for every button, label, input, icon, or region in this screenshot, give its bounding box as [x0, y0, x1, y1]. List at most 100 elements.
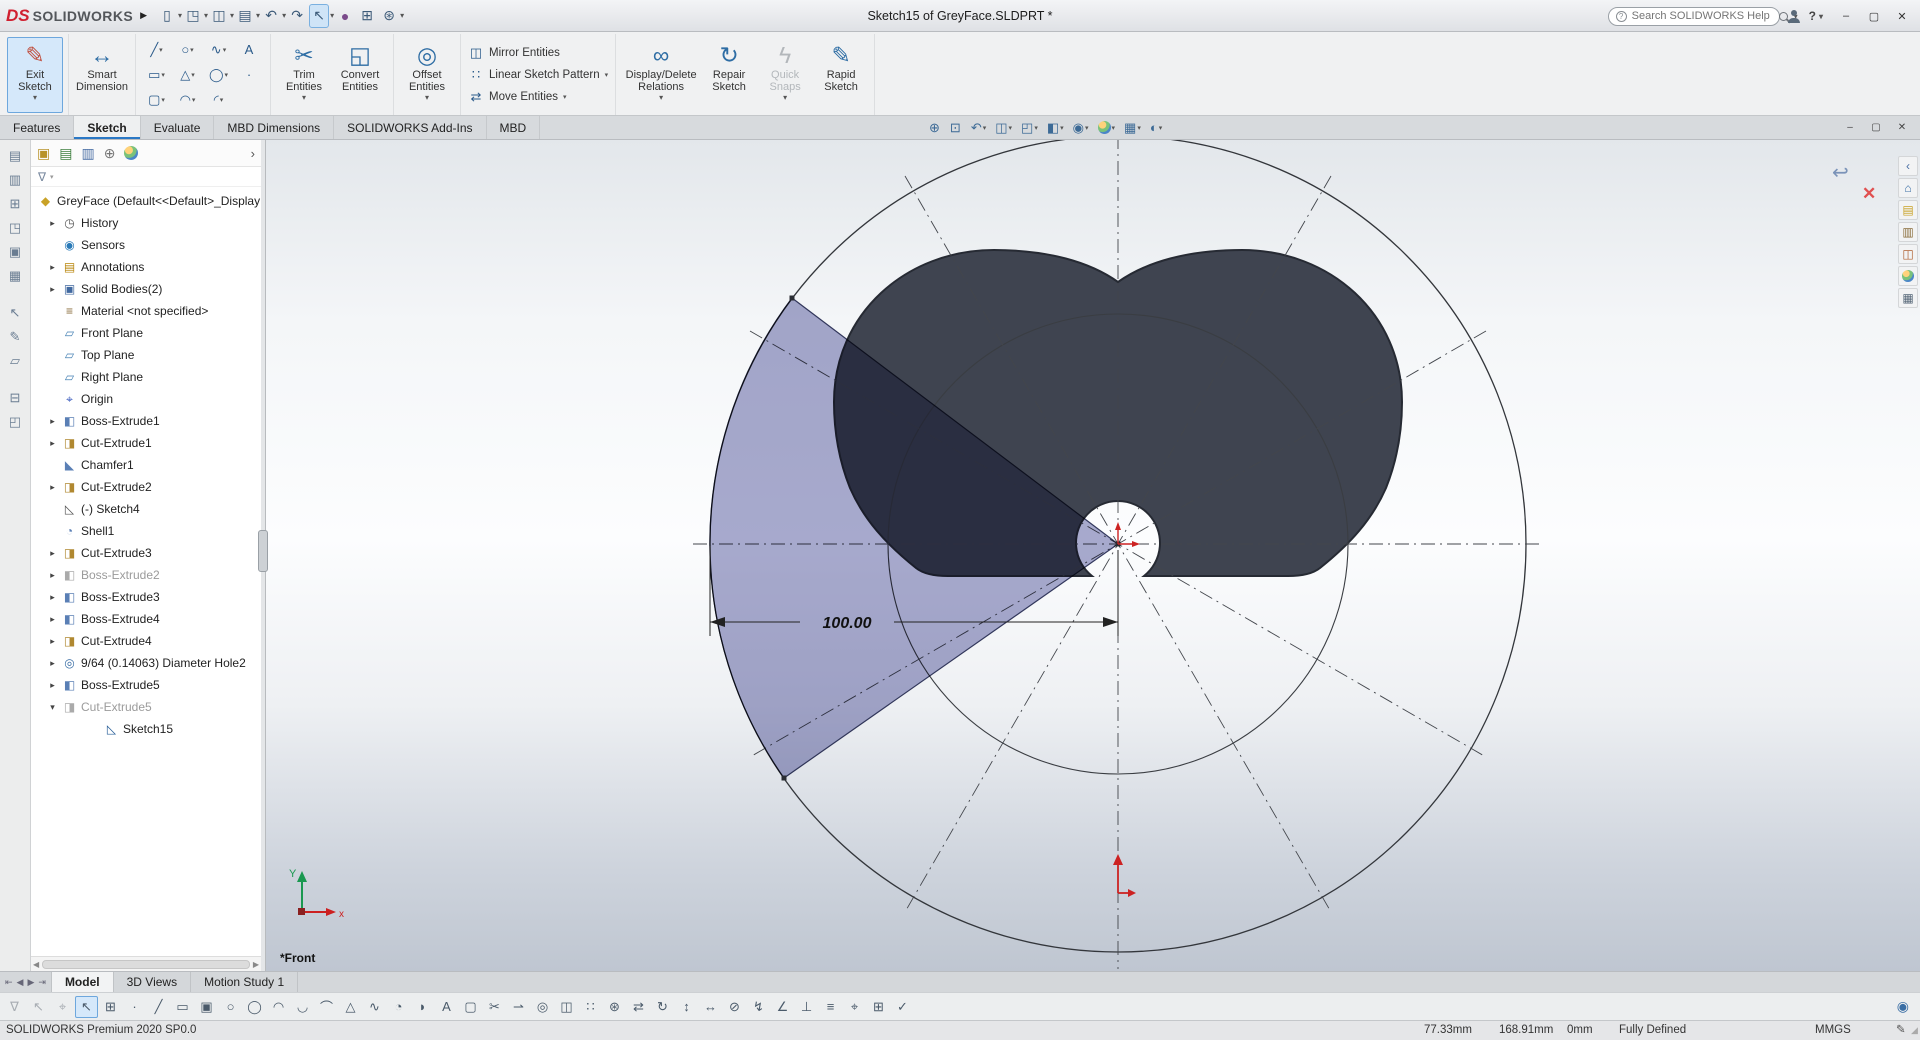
relations-caret-icon[interactable]: ▾: [659, 93, 663, 103]
side-dock-tool-4[interactable]: ◳: [4, 217, 26, 238]
zoom-to-area-icon[interactable]: ⊡: [947, 119, 965, 137]
headsup-caret-icon[interactable]: ▾: [1137, 124, 1141, 132]
tree-item-boss-extrude1[interactable]: ▸ ◧ Boss-Extrude1: [31, 410, 261, 432]
expand-arrow-icon[interactable]: ▸: [47, 482, 58, 493]
rapid-sketch-button[interactable]: ✎ Rapid Sketch: [813, 37, 869, 113]
straight-slot-tool[interactable]: ▢ ▾: [141, 88, 172, 112]
move-entities-button[interactable]: ⇄ Move Entities ▾: [468, 89, 608, 105]
jog-line-icon[interactable]: ↯: [747, 996, 770, 1018]
text-tool-icon[interactable]: A: [435, 996, 458, 1018]
angle-dimension-icon[interactable]: ∠: [771, 996, 794, 1018]
search-icon[interactable]: [1778, 11, 1788, 21]
headsup-caret-icon[interactable]: ▾: [983, 124, 987, 132]
display-style-icon[interactable]: ◧ ▾: [1044, 119, 1067, 137]
displaymanager-tab[interactable]: [124, 145, 139, 162]
dropdown-caret-icon[interactable]: ▾: [330, 11, 334, 20]
headsup-caret-icon[interactable]: ▾: [1159, 124, 1163, 132]
tool-caret-icon[interactable]: ▾: [191, 71, 195, 79]
trim-entities-button[interactable]: ✂ Trim Entities ▾: [276, 37, 332, 113]
stretch-entities-icon[interactable]: ↔: [699, 996, 722, 1018]
rotate-entities-icon[interactable]: ↻: [651, 996, 674, 1018]
sketch-grid-icon[interactable]: ⊞: [357, 4, 377, 28]
3d-views-tab[interactable]: 3D Views: [114, 972, 192, 992]
options-gear-icon[interactable]: ⊛: [379, 4, 399, 28]
solidworks-resources-icon[interactable]: ⌂: [1898, 178, 1918, 198]
tree-item-cut-extrude3[interactable]: ▸ ◨ Cut-Extrude3: [31, 542, 261, 564]
tree-item-sketch4[interactable]: ◺ (-) Sketch4: [31, 498, 261, 520]
select-mode-icon[interactable]: ↖: [75, 995, 98, 1018]
fully-define-sketch-icon[interactable]: ✓: [891, 996, 914, 1018]
headsup-caret-icon[interactable]: ▾: [1009, 124, 1013, 132]
custom-properties-icon[interactable]: ▦: [1898, 288, 1918, 308]
scale-entities-icon[interactable]: ↕: [675, 996, 698, 1018]
dimension-value[interactable]: 100.00: [823, 615, 872, 632]
tree-item-boss-extrude2[interactable]: ▸ ◧ Boss-Extrude2: [31, 564, 261, 586]
tool-caret-icon[interactable]: ▾: [161, 71, 165, 79]
trim-caret-icon[interactable]: ▾: [302, 93, 306, 103]
confirmation-corner-cancel-icon[interactable]: ✕: [1862, 184, 1876, 204]
centerpoint-arc-tool[interactable]: ◠ ▾: [172, 88, 203, 112]
tree-item-cut-extrude4[interactable]: ▸ ◨ Cut-Extrude4: [31, 630, 261, 652]
perpendicular-relation-icon[interactable]: ⊥: [795, 996, 818, 1018]
selection-filter-icon[interactable]: ∇: [3, 996, 26, 1018]
expand-arrow-icon[interactable]: ▸: [47, 438, 58, 449]
expand-arrow-icon[interactable]: ▸: [47, 284, 58, 295]
ellipse-tool-icon[interactable]: ◔: [387, 996, 410, 1018]
offset-entities-icon[interactable]: ◎: [531, 996, 554, 1018]
tab-addins[interactable]: SOLIDWORKS Add-Ins: [334, 116, 487, 139]
side-dock-tool-5[interactable]: ▣: [4, 241, 26, 262]
propertymanager-tab[interactable]: ▤: [59, 145, 72, 162]
tab-sketch[interactable]: Sketch: [74, 116, 141, 139]
expand-arrow-icon[interactable]: ▸: [47, 592, 58, 603]
dropdown-caret-icon[interactable]: ▾: [256, 11, 260, 20]
tree-item-annotations[interactable]: ▸ ▤ Annotations: [31, 256, 261, 278]
slot-tool-icon[interactable]: ▢: [459, 996, 482, 1018]
rectangle-tool-icon[interactable]: ▭: [171, 996, 194, 1018]
last-tab-button[interactable]: ⇥: [38, 977, 46, 988]
tool-caret-icon[interactable]: ▾: [190, 46, 194, 54]
spline-tool-icon[interactable]: ∿: [363, 996, 386, 1018]
linear-pattern-icon[interactable]: ∷: [579, 996, 602, 1018]
display-delete-relations-button[interactable]: ∞ Display/Delete Relations ▾: [621, 37, 701, 113]
expand-arrow-icon[interactable]: ▸: [47, 262, 58, 273]
extend-entities-icon[interactable]: ⇀: [507, 996, 530, 1018]
smart-dimension-button[interactable]: ↔ Smart Dimension: [74, 37, 130, 113]
solidworks-logo[interactable]: DS SOLIDWORKS ▶: [6, 6, 147, 26]
expand-arrow-icon[interactable]: ▸: [47, 636, 58, 647]
side-dock-tool-10[interactable]: ⊟: [4, 387, 26, 408]
select-icon[interactable]: ↖: [27, 996, 50, 1018]
tree-item-history[interactable]: ▸ ◷ History: [31, 212, 261, 234]
offset-caret-icon[interactable]: ▾: [425, 93, 429, 103]
sketch-fillet-tool[interactable]: ◜ ▾: [203, 88, 234, 112]
headsup-caret-icon[interactable]: ▾: [1085, 124, 1089, 132]
split-entities-icon[interactable]: ⊘: [723, 996, 746, 1018]
ellipse-tool[interactable]: ◯ ▾: [203, 63, 234, 87]
tree-item-shell1[interactable]: ◔ Shell1: [31, 520, 261, 542]
filter-funnel-icon[interactable]: ∇: [38, 170, 46, 184]
tree-item-chamfer1[interactable]: ◣ Chamfer1: [31, 454, 261, 476]
view-settings-icon[interactable]: ◐ ▾: [1147, 119, 1165, 136]
side-dock-tool-6[interactable]: ▦: [4, 265, 26, 286]
confirmation-corner-exit-icon[interactable]: ↩: [1832, 160, 1849, 185]
perimeter-circle-tool-icon[interactable]: ◯: [243, 996, 266, 1018]
move-entities-icon[interactable]: ⇄: [627, 996, 650, 1018]
dimxpertmanager-tab[interactable]: ⊕: [104, 145, 116, 162]
expand-arrow-icon[interactable]: ▸: [47, 218, 58, 229]
tool-caret-icon[interactable]: ▾: [225, 71, 229, 79]
tree-item-sketch15[interactable]: ◺ Sketch15: [31, 718, 261, 740]
help-button[interactable]: ? ▾: [1809, 9, 1824, 23]
point-tool-icon[interactable]: ·: [123, 996, 146, 1018]
polygon-tool[interactable]: △ ▾: [172, 63, 203, 87]
model-tab[interactable]: Model: [51, 972, 114, 992]
text-tool[interactable]: A: [234, 38, 265, 62]
side-dock-tool-11[interactable]: ◰: [4, 411, 26, 432]
featuremanager-tree-tab[interactable]: ▣: [37, 145, 50, 162]
menu-flyout-icon[interactable]: ▶: [140, 10, 147, 21]
exit-sketch-button[interactable]: ✎ Exit Sketch ▾: [7, 36, 63, 113]
tree-item-origin[interactable]: ⌖ Origin: [31, 388, 261, 410]
edit-appearance-icon[interactable]: ▾: [1095, 120, 1119, 135]
toolbar-options-icon[interactable]: ◉: [1897, 998, 1909, 1015]
doc-close-button[interactable]: ✕: [1890, 118, 1914, 137]
motion-study-tab[interactable]: Motion Study 1: [191, 972, 299, 992]
print-icon[interactable]: ▤: [235, 4, 255, 28]
